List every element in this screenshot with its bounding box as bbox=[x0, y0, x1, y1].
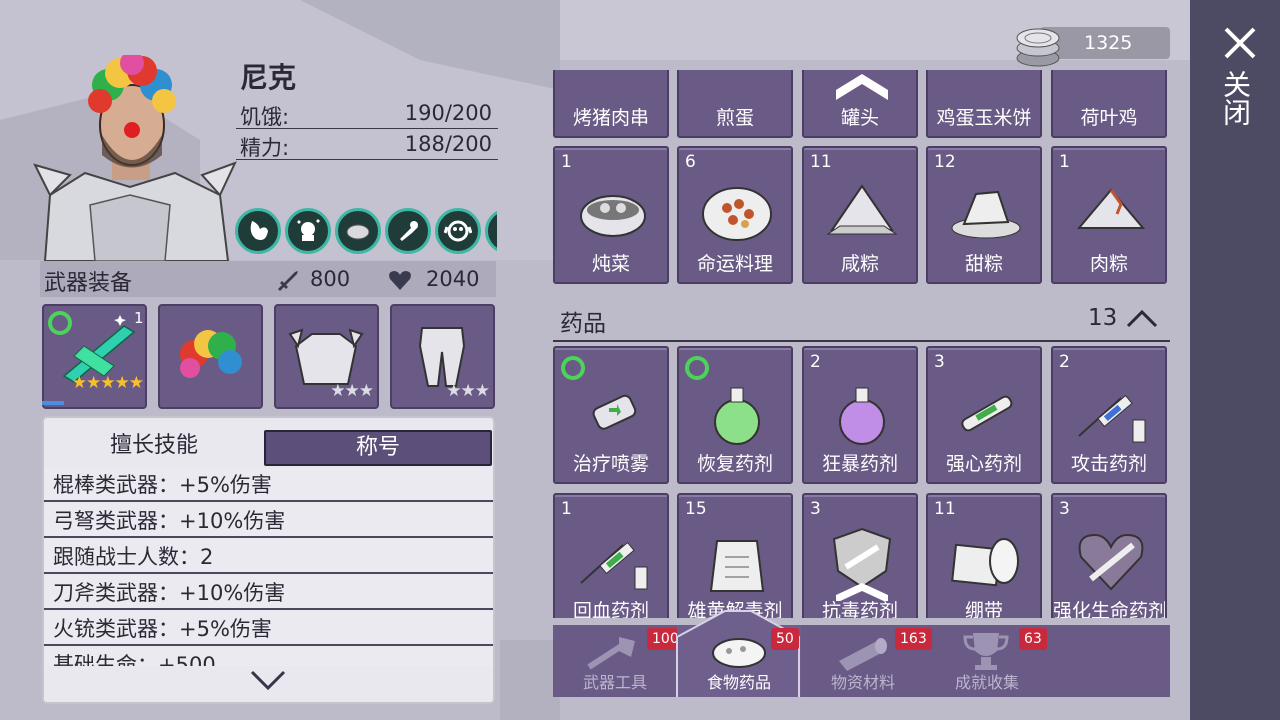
category-tab-bar: 100 武器工具 50 食物药品 163 物资材料 63 成就收集 bbox=[553, 610, 1170, 697]
item-slot-life-potion[interactable]: 3 强化生命药剂 bbox=[1051, 493, 1167, 618]
weapon-progress bbox=[42, 401, 64, 405]
armor-stars: ★★★ bbox=[330, 381, 374, 401]
log-icon bbox=[839, 638, 887, 671]
rainbow-wig-icon bbox=[180, 330, 242, 378]
heart-icon bbox=[389, 271, 411, 290]
item-slot-heart-potion[interactable]: 3 强心药剂 bbox=[926, 346, 1042, 484]
item-slot-stew[interactable]: 1 炖菜 bbox=[553, 146, 669, 284]
energy-label: 精力: bbox=[240, 136, 290, 160]
green-potion-icon bbox=[714, 387, 760, 445]
syringe-icon bbox=[580, 541, 648, 590]
character-portrait bbox=[33, 55, 237, 261]
medicine-section-header[interactable] bbox=[553, 300, 1170, 342]
stew-pot-icon bbox=[580, 195, 646, 237]
food-icon bbox=[712, 638, 766, 668]
close-icon[interactable] bbox=[1222, 25, 1258, 61]
emote-icon[interactable] bbox=[435, 208, 481, 254]
coin-value: 1325 bbox=[1084, 32, 1133, 54]
tab-label: 成就收集 bbox=[954, 673, 1019, 692]
item-slot[interactable]: 鸡蛋玉米饼 bbox=[926, 70, 1042, 138]
stomach-icon[interactable] bbox=[235, 208, 281, 254]
stone-icon[interactable] bbox=[335, 208, 381, 254]
sparkle-skull-icon[interactable] bbox=[285, 208, 331, 254]
zongzi-icon bbox=[1076, 188, 1146, 229]
equip-slot-armor[interactable]: ★★★ bbox=[274, 304, 379, 409]
item-slot-sweet-zongzi[interactable]: 12 甜粽 bbox=[926, 146, 1042, 284]
energy-row: 精力: 188/200 bbox=[236, 130, 498, 160]
tab-label: 武器工具 bbox=[582, 673, 647, 692]
item-slot[interactable]: 荷叶鸡 bbox=[1051, 70, 1167, 138]
skill-row: 弓弩类武器：+10%伤害 bbox=[44, 504, 493, 538]
tab-titles[interactable]: 称号 bbox=[264, 430, 492, 466]
hunger-label: 饥饿: bbox=[240, 105, 290, 129]
bandage-icon bbox=[951, 538, 1019, 587]
tab-achievements[interactable]: 63 成就收集 bbox=[925, 625, 1049, 697]
badge: 63 bbox=[1019, 628, 1047, 650]
syringe-icon bbox=[1078, 394, 1146, 443]
item-slot-meat-zongzi[interactable]: 1 肉粽 bbox=[1051, 146, 1167, 284]
leggings-stars: ★★★ bbox=[446, 381, 490, 401]
gear-level: 1 bbox=[134, 309, 144, 327]
skill-row: 跟随战士人数：2 bbox=[44, 540, 493, 574]
hunger-value: 190/200 bbox=[404, 101, 492, 125]
zongzi-icon bbox=[826, 184, 898, 235]
skill-row: 刀斧类武器：+10%伤害 bbox=[44, 576, 493, 610]
zongzi-icon bbox=[951, 190, 1021, 239]
heart-syringe-icon bbox=[1078, 533, 1144, 591]
attack-value: 800 bbox=[310, 267, 351, 291]
item-slot[interactable]: 罐头 bbox=[802, 70, 918, 138]
hunger-row: 饥饿: 190/200 bbox=[236, 99, 498, 129]
item-slot-healing-spray[interactable]: 治疗喷雾 bbox=[553, 346, 669, 484]
inventory-list[interactable]: 烤猪肉串 煎蛋 罐头 鸡蛋玉米饼 荷叶鸡 1 炖菜 6 命运料理 11 咸粽 1… bbox=[553, 70, 1170, 618]
tab-label: 食物药品 bbox=[706, 673, 771, 692]
equip-slot-leggings[interactable]: ★★★ bbox=[390, 304, 495, 409]
medicine-section-title: 药品 bbox=[560, 311, 606, 337]
medicine-section-count: 13 bbox=[1088, 305, 1118, 331]
item-slot[interactable]: 烤猪肉串 bbox=[553, 70, 669, 138]
skill-row: 火铳类武器：+5%伤害 bbox=[44, 612, 493, 646]
fate-dish-icon bbox=[702, 187, 772, 241]
shield-icon bbox=[832, 527, 892, 601]
health-value: 2040 bbox=[426, 267, 480, 291]
badge: 50 bbox=[771, 628, 799, 650]
chevron-up-icon[interactable] bbox=[1124, 306, 1160, 330]
coin-stack-icon bbox=[1016, 28, 1060, 67]
partial-status-icon[interactable] bbox=[485, 208, 497, 254]
item-slot-antitoxin[interactable]: 3 抗毒药剂 bbox=[802, 493, 918, 618]
spray-can-icon bbox=[592, 394, 637, 430]
tab-supplies-materials[interactable]: 163 物资材料 bbox=[801, 625, 932, 697]
tab-weapons-tools[interactable]: 100 武器工具 bbox=[553, 625, 684, 697]
tab-label: 物资材料 bbox=[830, 673, 895, 692]
equip-slot-wig[interactable] bbox=[158, 304, 263, 409]
close-label[interactable]: 关闭 bbox=[1219, 70, 1255, 126]
vial-icon bbox=[961, 395, 1013, 432]
purple-potion-icon bbox=[839, 387, 885, 445]
sword-icon bbox=[278, 271, 298, 291]
tab-food-medicine[interactable]: 50 食物药品 bbox=[676, 610, 801, 697]
item-slot-salty-zongzi[interactable]: 11 咸粽 bbox=[802, 146, 918, 284]
item-slot-fate-dish[interactable]: 6 命运料理 bbox=[677, 146, 793, 284]
item-slot-bandage[interactable]: 11 绷带 bbox=[926, 493, 1042, 618]
wrench-icon[interactable] bbox=[385, 208, 431, 254]
axe-icon bbox=[587, 637, 635, 670]
trophy-icon bbox=[963, 633, 1009, 670]
item-slot-blood-potion[interactable]: 1 回血药剂 bbox=[553, 493, 669, 618]
energy-value: 188/200 bbox=[404, 132, 492, 156]
weapon-stars: ★★★★★ bbox=[71, 373, 144, 393]
skills-panel: 擅长技能 称号 棍棒类武器：+5%伤害 弓弩类武器：+10%伤害 跟随战士人数：… bbox=[42, 416, 495, 704]
item-slot-recovery-potion[interactable]: 恢复药剂 bbox=[677, 346, 793, 484]
item-slot[interactable]: 煎蛋 bbox=[677, 70, 793, 138]
chevron-down-icon[interactable] bbox=[244, 662, 292, 698]
item-slot-detox[interactable]: 15 雄黄解毒剂 bbox=[677, 493, 793, 618]
equipment-title: 武器装备 bbox=[44, 271, 133, 296]
medicine-bag-icon bbox=[709, 540, 765, 592]
skill-row: 棍棒类武器：+5%伤害 bbox=[44, 468, 493, 502]
tab-skills[interactable]: 擅长技能 bbox=[44, 428, 264, 464]
equip-slot-weapon[interactable]: 1 ★★★★★ bbox=[42, 304, 147, 409]
character-name: 尼克 bbox=[240, 61, 297, 94]
item-slot-berserk-potion[interactable]: 2 狂暴药剂 bbox=[802, 346, 918, 484]
item-slot-attack-potion[interactable]: 2 攻击药剂 bbox=[1051, 346, 1167, 484]
